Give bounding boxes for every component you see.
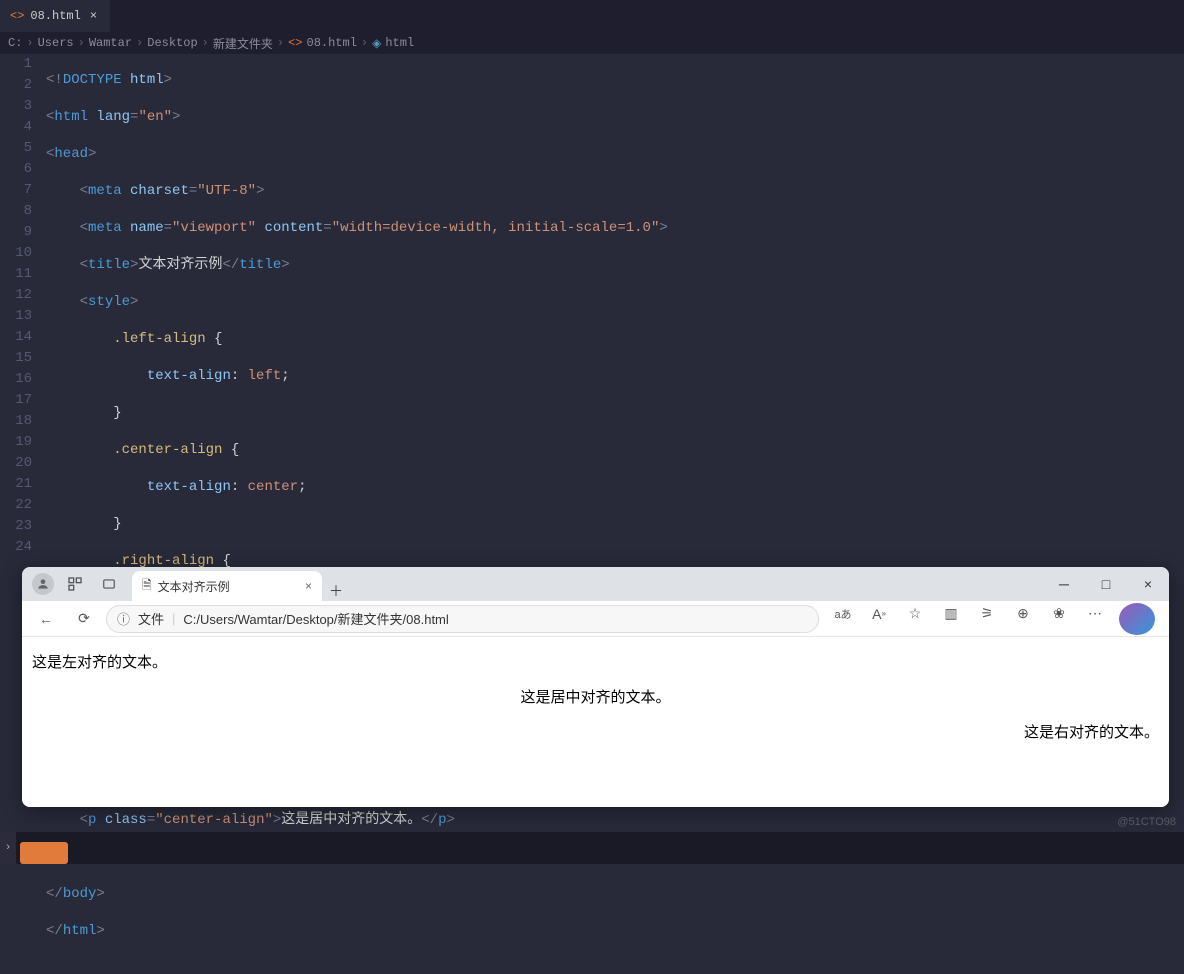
breadcrumb: C: › Users › Wamtar › Desktop › 新建文件夹 › <> 08… [0,32,1184,54]
line-number: 23 [0,516,32,537]
breadcrumb-seg[interactable]: C: [8,36,22,50]
breadcrumb-seg[interactable]: 08.html [307,36,357,50]
line-number: 19 [0,432,32,453]
breadcrumb-seg[interactable]: Desktop [147,36,197,50]
breadcrumb-seg[interactable]: html [385,36,414,50]
minimize-button[interactable]: ─ [1043,567,1085,601]
line-number: 16 [0,369,32,390]
browser-titlebar: 🗎 文本对齐示例 × ＋ ─ □ × [22,567,1169,601]
breadcrumb-seg[interactable]: Wamtar [89,36,132,50]
chevron-right-icon: › [78,36,85,50]
tab-actions-icon[interactable] [96,571,122,597]
site-info-icon[interactable]: ⓘ [117,609,130,628]
read-aloud-button[interactable]: aあ [825,598,861,630]
text-size-button[interactable]: A» [861,598,897,630]
close-icon[interactable]: × [305,579,312,593]
browser-toolbar: ← ⟳ ⓘ 文件 | C:/Users/Wamtar/Desktop/新建文件夹… [22,601,1169,637]
line-number: 4 [0,117,32,138]
favorite-button[interactable]: ☆ [897,598,933,630]
maximize-button[interactable]: □ [1085,567,1127,601]
line-number: 2 [0,75,32,96]
breadcrumb-seg[interactable]: 新建文件夹 [213,35,273,52]
url-path: C:/Users/Wamtar/Desktop/新建文件夹/08.html [183,609,448,628]
symbol-icon: ◈ [372,36,381,51]
line-number: 14 [0,327,32,348]
line-number: 8 [0,201,32,222]
line-number: 5 [0,138,32,159]
tab-filename: 08.html [30,9,80,23]
line-number: 17 [0,390,32,411]
back-button[interactable]: ← [30,603,62,635]
close-window-button[interactable]: × [1127,567,1169,601]
line-number: 15 [0,348,32,369]
right-align-text: 这是右对齐的文本。 [32,721,1159,742]
panel-chevron-icon[interactable]: › [0,832,16,864]
close-icon[interactable]: × [87,9,100,23]
editor-tab-bar: <> 08.html × [0,0,1184,32]
watermark: @51CTO98 [1117,816,1176,828]
line-number: 13 [0,306,32,327]
more-button[interactable]: ⋯ [1077,598,1113,630]
breadcrumb-seg[interactable]: Users [38,36,74,50]
profile-icon[interactable] [32,573,54,595]
line-number: 1 [0,54,32,75]
editor-tab[interactable]: <> 08.html × [0,0,110,32]
line-number: 10 [0,243,32,264]
chevron-right-icon: › [202,36,209,50]
center-align-text: 这是居中对齐的文本。 [32,686,1159,707]
address-bar[interactable]: ⓘ 文件 | C:/Users/Wamtar/Desktop/新建文件夹/08.… [106,605,819,633]
taskbar-active-item[interactable] [20,842,68,864]
rendered-page: 这是左对齐的文本。 这是居中对齐的文本。 这是右对齐的文本。 [22,637,1169,807]
line-number: 18 [0,411,32,432]
chevron-right-icon: › [277,36,284,50]
line-number: 6 [0,159,32,180]
chevron-right-icon: › [26,36,33,50]
extensions-button[interactable]: ⊕ [1005,598,1041,630]
line-number: 12 [0,285,32,306]
browser-tab-title: 文本对齐示例 [158,578,230,595]
line-number: 24 [0,537,32,558]
performance-button[interactable]: ❀ [1041,598,1077,630]
left-align-text: 这是左对齐的文本。 [32,651,1159,672]
browser-tab[interactable]: 🗎 文本对齐示例 × [132,571,322,601]
line-number: 3 [0,96,32,117]
copilot-icon[interactable] [1119,603,1155,635]
workspaces-icon[interactable] [62,571,88,597]
share-button[interactable]: ⚞ [969,598,1005,630]
refresh-button[interactable]: ⟳ [68,603,100,635]
url-scheme: 文件 [138,609,164,628]
new-tab-button[interactable]: ＋ [322,581,350,601]
divider: | [172,611,175,626]
chevron-right-icon: › [361,36,368,50]
line-number: 21 [0,474,32,495]
html-file-icon: <> [288,36,302,50]
collections-button[interactable]: ▥ [933,598,969,630]
html-file-icon: <> [10,9,24,23]
line-number: 7 [0,180,32,201]
browser-window: 🗎 文本对齐示例 × ＋ ─ □ × ← ⟳ ⓘ 文件 | C:/Users/W… [22,567,1169,807]
line-number: 9 [0,222,32,243]
chevron-right-icon: › [136,36,143,50]
line-number: 20 [0,453,32,474]
line-number: 11 [0,264,32,285]
taskbar: › [0,832,1184,864]
line-number: 22 [0,495,32,516]
page-icon: 🗎 [142,576,152,597]
